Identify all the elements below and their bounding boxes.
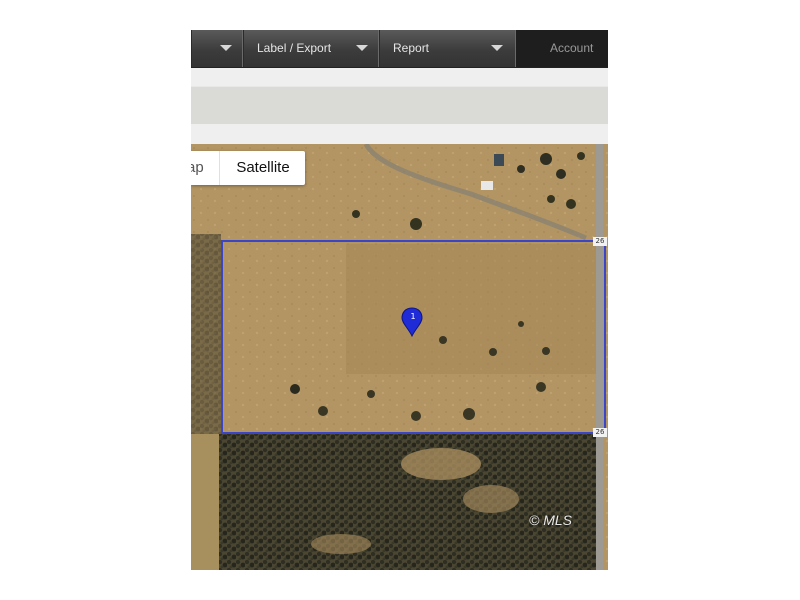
map-type-satellite-button[interactable]: Satellite — [221, 151, 305, 185]
chevron-down-icon — [356, 45, 368, 51]
paved-road — [596, 144, 603, 570]
search-bar-area — [191, 86, 608, 125]
map-type-map-button[interactable]: ap — [191, 151, 220, 185]
toolbar-spacer — [191, 124, 608, 144]
chevron-down-icon — [491, 45, 503, 51]
top-toolbar: Label / Export Report Account — [191, 30, 608, 68]
toolbar-spacer — [191, 68, 608, 86]
satellite-map[interactable]: ap Satellite 1 26 26 © MLS — [191, 144, 608, 570]
chevron-down-icon — [220, 45, 232, 51]
account-menu[interactable]: Account — [516, 30, 608, 67]
report-menu[interactable]: Report — [379, 30, 516, 67]
map-copyright: © MLS — [529, 512, 572, 528]
label-export-menu[interactable]: Label / Export — [243, 30, 379, 67]
map-type-control: ap Satellite — [191, 151, 305, 185]
road-shield: 26 — [593, 237, 607, 246]
building — [494, 154, 504, 166]
marker-number[interactable]: 1 — [409, 312, 417, 321]
menu-dropdown-1[interactable] — [191, 30, 243, 67]
road-shield: 26 — [593, 428, 607, 437]
building — [481, 181, 493, 190]
forest-area — [219, 434, 596, 570]
account-label: Account — [550, 41, 594, 55]
dark-field-patch — [346, 244, 596, 374]
map-imagery — [191, 144, 608, 570]
app-window: Label / Export Report Account p Satellit… — [191, 30, 608, 570]
menu-label: Label / Export — [257, 41, 332, 55]
left-tree-strip — [191, 234, 221, 434]
menu-label: Report — [393, 41, 430, 55]
